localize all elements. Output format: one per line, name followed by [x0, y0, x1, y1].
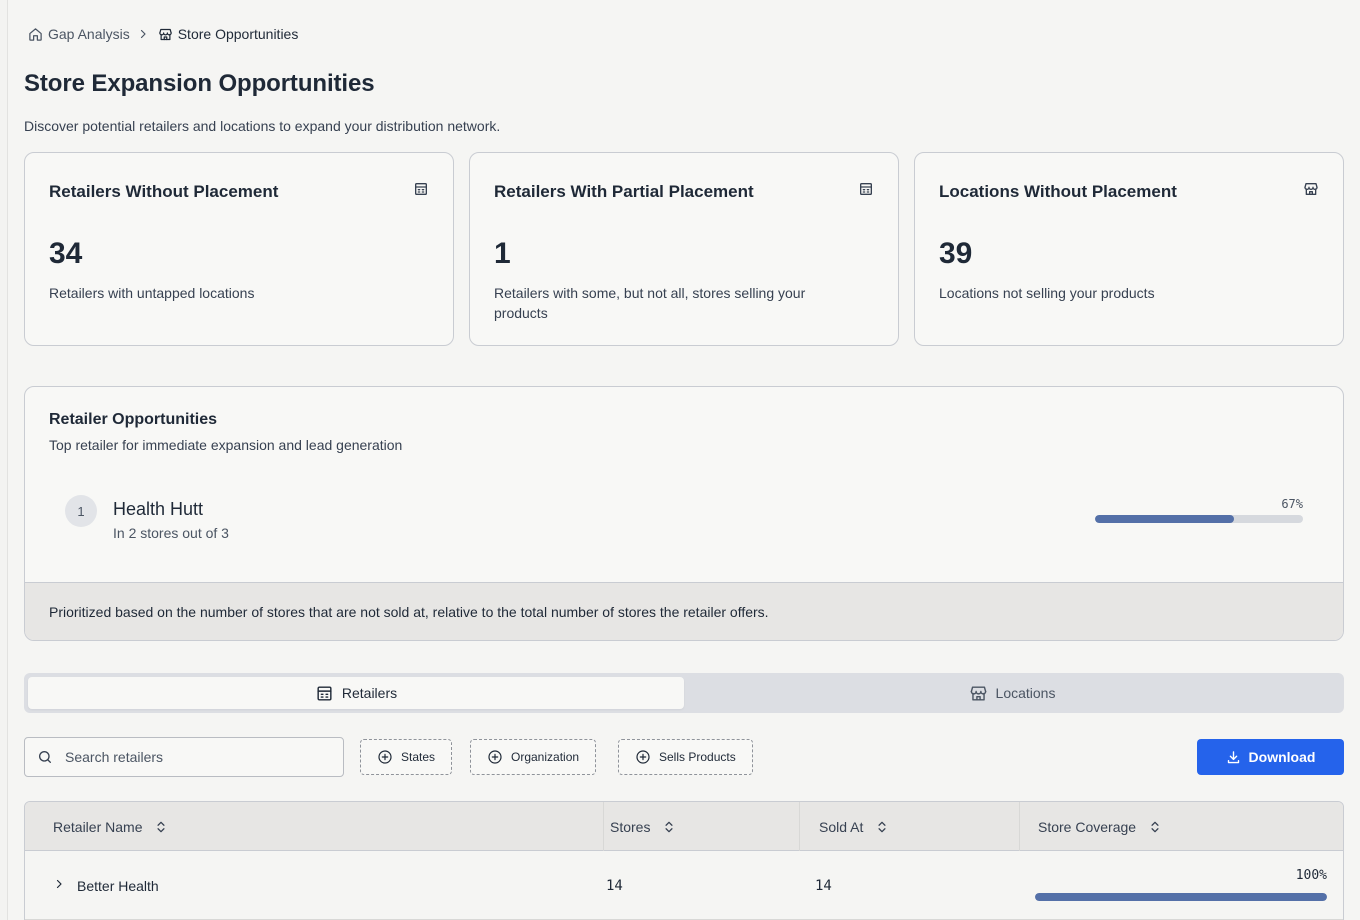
rank-badge: 1: [65, 495, 97, 527]
opportunities-title: Retailer Opportunities: [49, 411, 218, 428]
stat-description: Retailers with untapped locations: [49, 285, 255, 301]
sort-icon: [157, 821, 166, 832]
opportunities-subtitle: Top retailer for immediate expansion and…: [49, 437, 403, 453]
stat-card-retailers-partial-placement: Retailers With Partial Placement 1 Retai…: [469, 152, 899, 346]
search-input[interactable]: [65, 749, 325, 765]
store-icon: [970, 685, 986, 701]
stat-card-locations-without-placement: Locations Without Placement 39 Locations…: [914, 152, 1344, 346]
cell-retailer-name: Better Health: [77, 877, 159, 894]
stat-title: Retailers Without Placement: [49, 182, 279, 201]
stat-description: Locations not selling your products: [939, 285, 1155, 301]
column-header-retailer-name[interactable]: Retailer Name: [53, 802, 168, 851]
view-tabs: Retailers Locations: [24, 673, 1344, 713]
column-divider: [603, 802, 604, 851]
stat-title: Locations Without Placement: [939, 182, 1177, 201]
column-label: Store Coverage: [1038, 818, 1137, 835]
filter-label: Organization: [511, 750, 580, 764]
filter-organization-button[interactable]: Organization: [470, 739, 597, 775]
stat-value: 39: [939, 237, 973, 270]
breadcrumb-label: Store Opportunities: [177, 26, 299, 42]
store-icon: [158, 28, 172, 40]
filter-label: States: [401, 750, 436, 764]
column-divider: [1019, 802, 1020, 851]
column-label: Retailer Name: [53, 818, 143, 835]
plus-circle-icon: [488, 750, 502, 764]
stat-card-retailers-without-placement: Retailers Without Placement 34 Retailers…: [24, 152, 454, 346]
tab-label: Retailers: [341, 685, 398, 701]
opportunity-progress-bar: [1095, 515, 1303, 523]
opportunity-retailer-name: Health Hutt: [113, 499, 204, 519]
breadcrumb-label: Gap Analysis: [48, 26, 130, 42]
coverage-progress-bar: [1035, 893, 1327, 901]
cell-stores: 14: [606, 877, 623, 894]
plus-circle-icon: [378, 750, 392, 764]
filter-label: Sells Products: [659, 750, 736, 764]
stat-description: Retailers with some, but not all, stores…: [494, 285, 806, 321]
filter-sells-products-button[interactable]: Sells Products: [618, 739, 753, 775]
sort-icon: [878, 821, 886, 832]
sort-icon: [1151, 821, 1159, 832]
plus-circle-icon: [636, 750, 650, 764]
download-button[interactable]: Download: [1197, 739, 1344, 775]
tab-locations[interactable]: Locations: [684, 677, 1340, 709]
table-row[interactable]: Better Health 14 14 100%: [25, 851, 1343, 920]
column-header-stores[interactable]: Stores: [610, 802, 676, 851]
left-rail: [0, 0, 8, 920]
building-icon: [860, 183, 872, 195]
tab-label: Locations: [995, 685, 1056, 701]
download-icon: [1227, 750, 1239, 763]
opportunity-detail: In 2 stores out of 3: [113, 525, 229, 541]
search-box: [24, 737, 344, 777]
filter-states-button[interactable]: States: [360, 739, 453, 775]
cell-sold-at: 14: [815, 877, 832, 894]
search-icon: [39, 751, 51, 763]
chevron-right-icon: [137, 28, 149, 40]
opportunity-percent: 67%: [1281, 497, 1303, 511]
breadcrumb-store-opportunities: Store Opportunities: [158, 26, 299, 42]
page-title: Store Expansion Opportunities: [24, 70, 375, 97]
page-subtitle: Discover potential retailers and locatio…: [24, 118, 501, 134]
home-icon: [29, 27, 42, 41]
building-icon: [317, 685, 332, 701]
breadcrumb: Gap Analysis Store Opportunities: [28, 24, 298, 44]
column-label: Stores: [610, 818, 651, 835]
stat-value: 34: [49, 237, 83, 270]
breadcrumb-gap-analysis[interactable]: Gap Analysis: [28, 26, 130, 42]
tab-retailers[interactable]: Retailers: [28, 677, 684, 709]
store-icon: [1304, 183, 1318, 195]
opportunities-footer: Prioritized based on the number of store…: [25, 582, 1343, 640]
stat-title: Retailers With Partial Placement: [494, 182, 754, 201]
progress-fill: [1035, 893, 1327, 901]
building-icon: [415, 183, 427, 195]
column-header-sold-at[interactable]: Sold At: [819, 802, 889, 851]
progress-fill: [1095, 515, 1235, 523]
column-divider: [799, 802, 800, 851]
download-label: Download: [1248, 749, 1316, 765]
chevron-right-icon[interactable]: [53, 878, 65, 890]
retailer-opportunities-panel: Retailer Opportunities Top retailer for …: [24, 386, 1344, 641]
column-label: Sold At: [819, 818, 864, 835]
stat-value: 1: [494, 237, 511, 270]
retailers-table: Retailer Name Stores Sold At Store Cover…: [24, 801, 1344, 920]
sort-icon: [665, 821, 674, 832]
